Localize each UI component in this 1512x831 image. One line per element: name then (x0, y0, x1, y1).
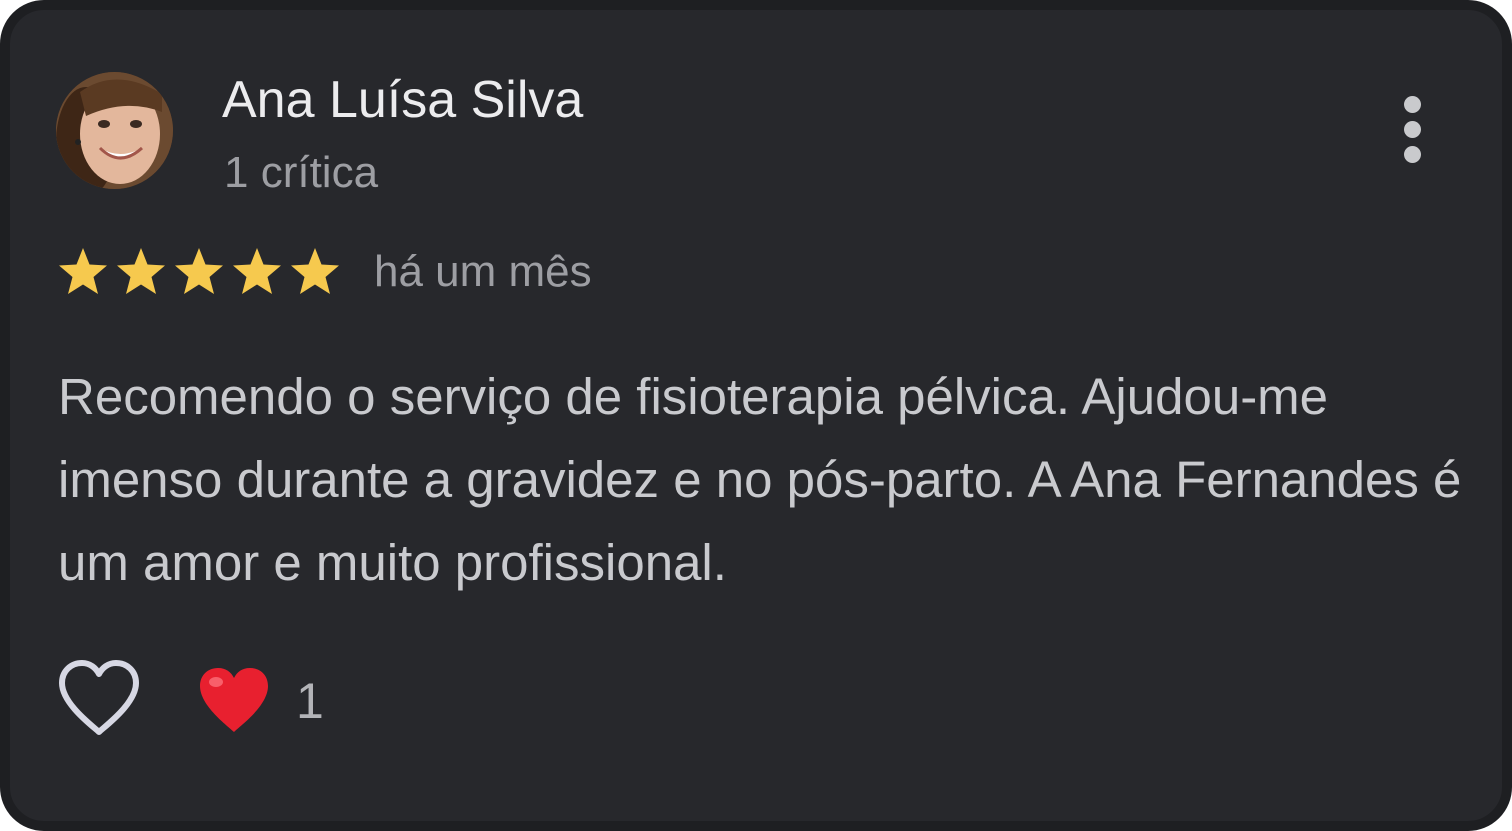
review-card: Ana Luísa Silva 1 crítica há um mês Reco… (0, 0, 1512, 831)
review-date: há um mês (374, 247, 592, 296)
reaction-summary[interactable]: 1 (198, 664, 324, 738)
red-heart-icon (200, 668, 268, 732)
star-icon (175, 248, 223, 294)
star-icon (59, 248, 107, 294)
more-vertical-icon-dot (1404, 121, 1421, 138)
reaction-count: 1 (296, 673, 324, 729)
author-name[interactable]: Ana Luísa Silva (222, 68, 583, 132)
review-text: Recomendo o serviço de fisioterapia pélv… (58, 368, 1462, 591)
more-options-button[interactable] (1382, 88, 1442, 172)
author-review-count: 1 crítica (224, 148, 379, 197)
more-vertical-icon-dot (1404, 146, 1421, 163)
more-vertical-icon-dot (1404, 96, 1421, 113)
star-icon (233, 248, 281, 294)
star-icon (117, 248, 165, 294)
star-icon (291, 248, 339, 294)
star-rating (56, 246, 342, 296)
author-avatar[interactable] (56, 72, 173, 189)
avatar-photo (56, 72, 173, 189)
heart-outline-icon (59, 660, 139, 735)
like-button[interactable] (54, 656, 144, 740)
